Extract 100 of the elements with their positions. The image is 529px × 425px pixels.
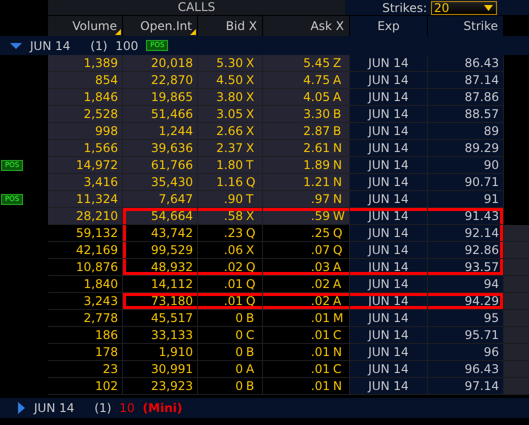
table-cell: JUN 14	[350, 344, 428, 361]
table-cell: JUN 14	[350, 89, 428, 106]
exchange-code: A	[333, 293, 342, 309]
table-cell: 7,647	[123, 191, 198, 208]
table-cell: 22,870	[123, 72, 198, 89]
table-cell: JUN 14	[350, 293, 428, 310]
table-cell: 2.87	[303, 123, 330, 139]
table-cell: 1.80	[216, 157, 243, 173]
exchange-code: N	[333, 378, 343, 394]
exchange-code: B	[246, 344, 256, 360]
strikes-dropdown[interactable]: 20	[431, 0, 497, 14]
calls-header: CALLS	[48, 0, 345, 15]
table-cell: 186	[48, 327, 123, 344]
table-cell: JUN 14	[350, 361, 428, 378]
table-cell: 14,972	[48, 157, 123, 174]
table-cell: JUN 14	[350, 327, 428, 344]
column-header[interactable]: Open.Int	[123, 16, 198, 36]
table-cell: 23,923	[123, 378, 198, 395]
table-cell: JUN 14	[350, 191, 428, 208]
group-count: (1)	[94, 401, 112, 415]
table-cell: 2,528	[48, 106, 123, 123]
table-cell: 51,466	[123, 106, 198, 123]
exchange-code: N	[333, 157, 343, 173]
table-cell: 14,112	[123, 276, 198, 293]
exchange-code: B	[333, 123, 342, 139]
table-cell: JUN 14	[350, 378, 428, 395]
table-cell: 95	[428, 310, 504, 327]
table-cell: .02	[310, 293, 330, 309]
exchange-code: A	[333, 89, 342, 105]
exchange-code: X	[246, 89, 256, 105]
table-cell: .01	[310, 327, 330, 343]
table-cell: 54,664	[123, 208, 198, 225]
mini-label: (Mini)	[142, 401, 182, 415]
table-cell: 3.05	[216, 106, 243, 122]
table-cell: 88.57	[428, 106, 504, 123]
table-cell: 92.86	[428, 242, 504, 259]
table-cell: 92.14	[428, 225, 504, 242]
table-cell: .90	[224, 191, 243, 207]
exchange-code: M	[333, 310, 344, 326]
table-cell: 4.75	[303, 72, 330, 88]
table-cell: 3,243	[48, 293, 123, 310]
column-header[interactable]: Strike	[428, 16, 504, 36]
table-cell: 3.30	[303, 106, 330, 122]
table-cell: 1.21	[303, 174, 330, 190]
exchange-code: N	[333, 344, 343, 360]
table-cell: 178	[48, 344, 123, 361]
table-cell: 39,636	[123, 140, 198, 157]
table-cell: 87.14	[428, 72, 504, 89]
table-cell: .01	[310, 378, 330, 394]
exchange-code: N	[333, 191, 343, 207]
table-cell: 86.43	[428, 55, 504, 72]
exchange-code: N	[333, 174, 343, 190]
column-header[interactable]: Volume	[48, 16, 123, 36]
table-cell: 94.29	[428, 293, 504, 310]
table-cell: 5.45	[303, 55, 330, 71]
table-cell: JUN 14	[350, 106, 428, 123]
exchange-code: X	[246, 55, 256, 71]
table-cell: .01	[310, 361, 330, 377]
table-cell: 73,180	[123, 293, 198, 310]
table-cell: 2.37	[216, 140, 243, 156]
exchange-code: A	[333, 259, 342, 275]
table-cell: 43,742	[123, 225, 198, 242]
table-cell: 0	[235, 378, 243, 394]
table-cell: 45,517	[123, 310, 198, 327]
group-label: JUN 14	[30, 38, 70, 52]
exchange-code: Q	[333, 242, 344, 258]
exchange-code: Q	[246, 276, 256, 292]
column-header[interactable]: Bid X	[198, 16, 263, 36]
table-cell: 33,133	[123, 327, 198, 344]
table-cell: 0	[235, 344, 243, 360]
table-cell: 854	[48, 72, 123, 89]
table-cell: 0	[235, 310, 243, 326]
table-cell: 1,566	[48, 140, 123, 157]
exchange-code: X	[246, 140, 256, 156]
column-header[interactable]: Ask X	[263, 16, 350, 36]
table-cell: .02	[224, 259, 243, 275]
exchange-code: Q	[246, 259, 256, 275]
group-multiplier: 10	[119, 401, 135, 415]
exchange-code: A	[246, 361, 256, 377]
collapse-triangle-icon[interactable]	[10, 42, 22, 50]
table-cell: JUN 14	[350, 208, 428, 225]
strikes-label: Strikes:	[382, 0, 427, 14]
table-cell: .01	[224, 293, 243, 309]
group-label: JUN 14	[34, 401, 74, 415]
exchange-code: B	[246, 310, 256, 326]
column-header[interactable]: Exp	[350, 16, 428, 36]
table-cell: JUN 14	[350, 123, 428, 140]
table-cell: 2.66	[216, 123, 243, 139]
table-cell: 89.29	[428, 140, 504, 157]
table-cell: JUN 14	[350, 242, 428, 259]
table-cell: 87.86	[428, 89, 504, 106]
group-multiplier: 100	[115, 38, 138, 52]
table-cell: .07	[310, 242, 330, 258]
exchange-code: B	[333, 106, 342, 122]
table-cell: .01	[224, 276, 243, 292]
table-cell: .58	[224, 208, 243, 224]
expand-triangle-icon[interactable]	[16, 402, 26, 414]
table-cell: JUN 14	[350, 310, 428, 327]
table-cell: 30,991	[123, 361, 198, 378]
exchange-code: T	[246, 191, 254, 207]
